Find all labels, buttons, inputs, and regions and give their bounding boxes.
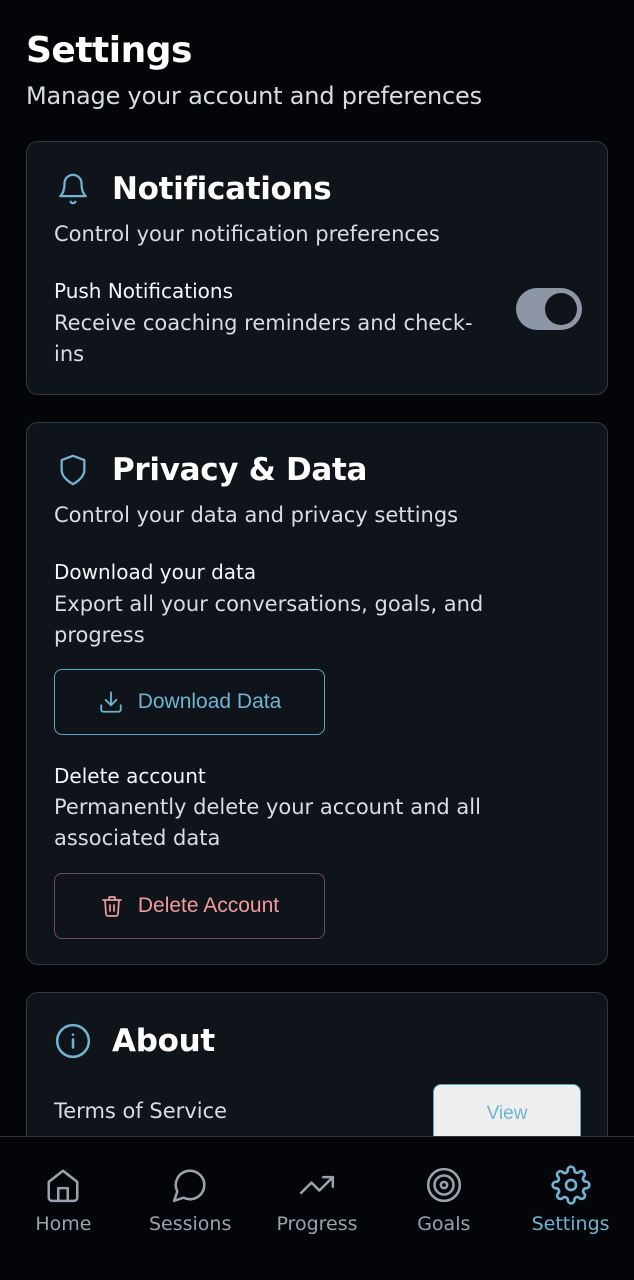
notifications-title: Notifications (112, 171, 332, 207)
nav-label-sessions: Sessions (148, 1213, 232, 1235)
nav-label-settings: Settings (531, 1213, 610, 1235)
gear-icon (550, 1165, 591, 1205)
about-card: About Terms of Service View (26, 992, 608, 1137)
privacy-title: Privacy & Data (112, 452, 368, 488)
notifications-card: Notifications Control your notification … (26, 141, 608, 395)
bell-icon (53, 169, 93, 209)
push-notifications-toggle[interactable] (516, 288, 582, 330)
trending-up-icon (297, 1165, 337, 1205)
nav-label-progress: Progress (276, 1213, 358, 1235)
settings-scroll-area[interactable]: Settings Manage your account and prefere… (0, 0, 634, 1137)
page-subtitle: Manage your account and preferences (26, 82, 482, 110)
notifications-card-header: Notifications (53, 169, 332, 209)
nav-item-goals[interactable]: Goals (380, 1137, 507, 1280)
bottom-nav: Home Sessions Progress Goals Settings (0, 1136, 634, 1280)
home-icon (44, 1165, 82, 1205)
page-title: Settings (26, 30, 192, 71)
shield-icon (53, 450, 93, 490)
delete-account-label: Delete account (54, 764, 206, 788)
nav-item-home[interactable]: Home (0, 1137, 127, 1280)
download-data-label: Download your data (54, 560, 257, 584)
trash-icon (100, 893, 124, 919)
download-data-button[interactable]: Download Data (54, 669, 325, 735)
terms-view-button[interactable]: View (433, 1084, 581, 1137)
nav-item-progress[interactable]: Progress (254, 1137, 381, 1280)
delete-account-description: Permanently delete your account and all … (54, 795, 481, 850)
about-title: About (112, 1023, 215, 1059)
nav-label-home: Home (35, 1213, 92, 1235)
info-icon (53, 1021, 93, 1061)
nav-label-goals: Goals (417, 1213, 471, 1235)
privacy-description: Control your data and privacy settings (54, 503, 459, 527)
privacy-card-header: Privacy & Data (53, 450, 367, 490)
toggle-knob (545, 293, 577, 325)
about-card-header: About (53, 1021, 215, 1061)
download-data-button-label: Download Data (137, 690, 282, 713)
target-icon (425, 1165, 463, 1205)
push-notifications-description: Receive coaching reminders and check-ins (54, 311, 473, 366)
nav-item-sessions[interactable]: Sessions (127, 1137, 254, 1280)
push-notifications-label: Push Notifications (54, 279, 234, 303)
download-icon (98, 689, 124, 715)
download-data-description: Export all your conversations, goals, an… (54, 592, 484, 647)
notifications-description: Control your notification preferences (54, 222, 440, 246)
chat-bubble-icon (171, 1165, 209, 1205)
nav-item-settings[interactable]: Settings (507, 1137, 634, 1280)
settings-screen: Settings Manage your account and prefere… (0, 0, 634, 1280)
delete-account-button-label: Delete Account (137, 894, 280, 917)
privacy-card: Privacy & Data Control your data and pri… (26, 422, 608, 965)
delete-account-button[interactable]: Delete Account (54, 873, 325, 939)
terms-of-service-label: Terms of Service (54, 1099, 228, 1123)
